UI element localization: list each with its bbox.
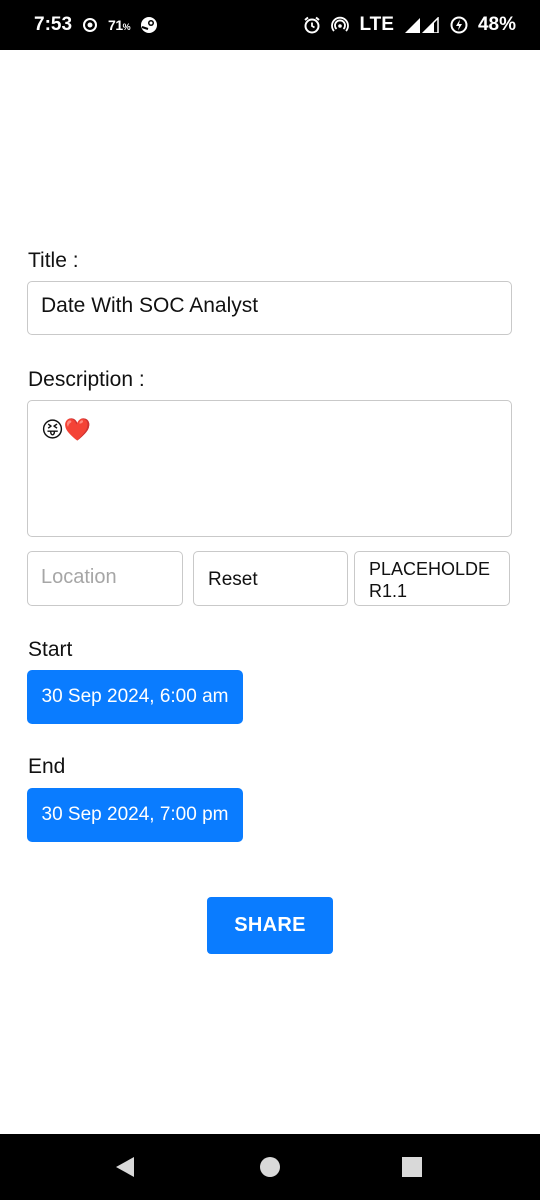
location-input[interactable]: Location xyxy=(27,551,183,606)
battery-percent: 48% xyxy=(477,14,516,35)
home-circle-icon xyxy=(259,1156,281,1178)
record-icon xyxy=(82,17,98,33)
back-button[interactable] xyxy=(85,1134,165,1200)
placeholder-button[interactable]: PLACEHOLDER1.1 xyxy=(354,551,510,606)
temperature-value: 71 xyxy=(108,17,123,33)
share-button[interactable]: SHARE xyxy=(207,897,333,954)
signal-icon xyxy=(404,17,440,33)
navigation-bar xyxy=(0,1134,540,1200)
alarm-icon xyxy=(303,16,321,34)
reset-button[interactable]: Reset xyxy=(193,551,348,606)
recents-square-icon xyxy=(401,1156,423,1178)
start-label: Start xyxy=(28,638,73,661)
reset-button-label: Reset xyxy=(208,569,258,590)
back-triangle-icon xyxy=(114,1155,136,1179)
end-date-button[interactable]: 30 Sep 2024, 7:00 pm xyxy=(27,788,243,842)
network-type: LTE xyxy=(359,14,394,35)
title-input[interactable]: Date With SOC Analyst xyxy=(27,281,512,335)
battery-saver-icon xyxy=(450,16,468,34)
home-button[interactable] xyxy=(230,1134,310,1200)
start-date-button[interactable]: 30 Sep 2024, 6:00 am xyxy=(27,670,243,724)
end-date-value: 30 Sep 2024, 7:00 pm xyxy=(41,804,229,825)
steam-icon xyxy=(140,16,158,34)
share-button-label: SHARE xyxy=(234,914,306,936)
description-input[interactable]: 😝❤️ xyxy=(27,400,512,537)
temperature: 71% xyxy=(108,17,131,33)
description-label: Description : xyxy=(28,368,145,391)
status-left: 7:53 71% xyxy=(34,14,158,36)
temperature-unit: % xyxy=(122,22,131,32)
status-right: LTE 48% xyxy=(303,14,516,36)
description-input-value: 😝❤️ xyxy=(41,417,92,442)
location-placeholder: Location xyxy=(41,566,117,588)
hotspot-icon xyxy=(331,16,350,34)
title-input-value: Date With SOC Analyst xyxy=(41,294,259,317)
end-label: End xyxy=(28,755,66,778)
recents-button[interactable] xyxy=(372,1134,452,1200)
title-label: Title : xyxy=(28,249,79,272)
status-time: 7:53 xyxy=(34,14,73,35)
status-bar: 7:53 71% LTE 48% xyxy=(0,0,540,50)
start-date-value: 30 Sep 2024, 6:00 am xyxy=(41,686,229,707)
placeholder-button-label: PLACEHOLDER1.1 xyxy=(369,559,491,601)
